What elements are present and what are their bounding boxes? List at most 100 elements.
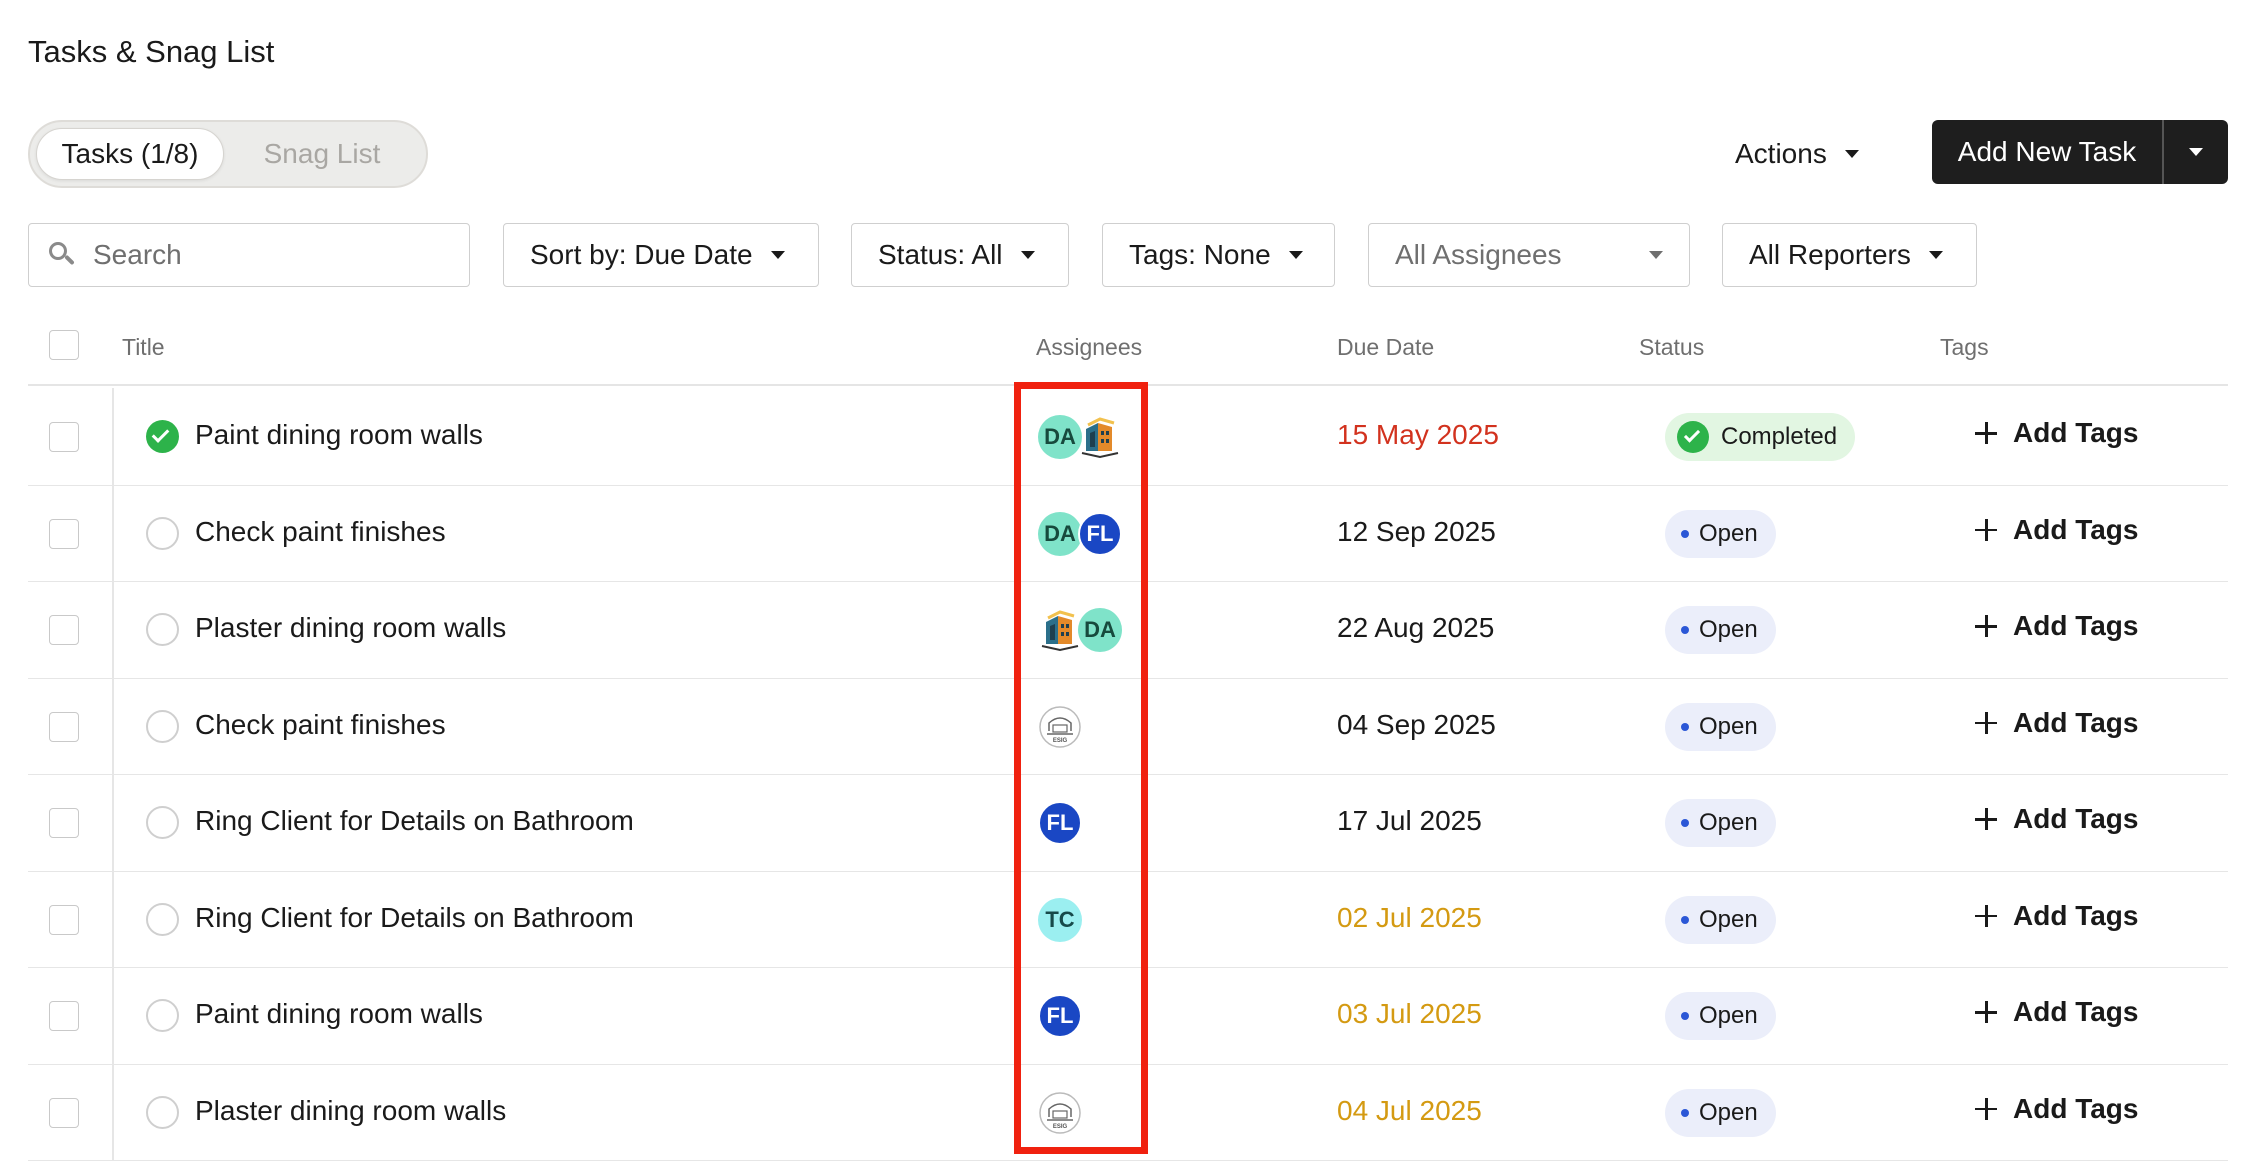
row-select-checkbox[interactable] bbox=[49, 518, 79, 549]
add-tags-button[interactable]: Add Tags bbox=[1975, 803, 2138, 835]
status-filter-label: Status: All bbox=[878, 239, 1003, 270]
building-logo-avatar bbox=[1038, 608, 1082, 652]
row-select-checkbox[interactable] bbox=[49, 615, 79, 645]
plus-icon bbox=[1975, 808, 1997, 830]
column-header-status[interactable]: Status bbox=[1639, 334, 1704, 361]
status-badge[interactable]: Open bbox=[1665, 606, 1776, 654]
complete-toggle-circle[interactable] bbox=[146, 516, 179, 550]
status-dot-icon bbox=[1681, 1012, 1689, 1020]
tab-switcher: Tasks (1/8) Snag List bbox=[28, 120, 428, 188]
add-tags-label: Add Tags bbox=[2013, 996, 2139, 1027]
status-dot-icon bbox=[1681, 529, 1689, 538]
assignee-avatars[interactable]: TC bbox=[1038, 897, 1082, 942]
status-dot-icon bbox=[1681, 1108, 1689, 1117]
select-all-checkbox[interactable] bbox=[49, 330, 79, 360]
tab-snag-list[interactable]: Snag List bbox=[224, 128, 420, 180]
sort-dropdown[interactable]: Sort by: Due Date bbox=[503, 223, 819, 287]
status-badge[interactable]: Open bbox=[1665, 799, 1776, 847]
add-tags-label: Add Tags bbox=[2013, 513, 2139, 545]
column-header-assignees[interactable]: Assignees bbox=[1036, 334, 1142, 361]
column-header-tags[interactable]: Tags bbox=[1940, 334, 1989, 361]
task-title[interactable]: Check paint finishes bbox=[195, 709, 446, 741]
add-tags-button[interactable]: Add Tags bbox=[1975, 707, 2138, 739]
table-row[interactable]: Check paint finishes ESIG 04 Sep 2025 Open A… bbox=[28, 679, 2228, 775]
plus-icon bbox=[1975, 1001, 1997, 1023]
complete-toggle-circle[interactable] bbox=[146, 613, 179, 646]
assignee-avatars[interactable]: FL bbox=[1038, 994, 1082, 1038]
table-row[interactable]: Paint dining room walls FL 03 Jul 2025 Open… bbox=[28, 968, 2228, 1065]
status-badge[interactable]: Completed bbox=[1665, 413, 1856, 461]
tags-filter-dropdown[interactable]: Tags: None bbox=[1102, 223, 1335, 287]
check-circle-icon[interactable] bbox=[146, 420, 179, 453]
complete-toggle-circle[interactable] bbox=[146, 709, 179, 743]
complete-toggle-circle[interactable] bbox=[146, 1095, 179, 1129]
add-tags-button[interactable]: Add Tags bbox=[1975, 417, 2138, 449]
assignees-filter-dropdown[interactable]: All Assignees bbox=[1368, 223, 1690, 287]
task-title[interactable]: Ring Client for Details on Bathroom bbox=[195, 805, 634, 837]
caret-down-icon bbox=[2189, 148, 2203, 156]
avatar: TC bbox=[1038, 897, 1082, 942]
task-title[interactable]: Plaster dining room walls bbox=[195, 1095, 506, 1127]
task-title[interactable]: Paint dining room walls bbox=[195, 998, 483, 1030]
status-badge[interactable]: Open bbox=[1665, 1088, 1776, 1137]
tab-tasks[interactable]: Tasks (1/8) bbox=[36, 128, 224, 180]
add-tags-button[interactable]: Add Tags bbox=[1975, 610, 2138, 642]
table-row[interactable]: Ring Client for Details on Bathroom TC 02 … bbox=[28, 872, 2228, 968]
plus-icon bbox=[1975, 904, 1997, 927]
status-dot-icon bbox=[1681, 819, 1689, 827]
search-icon bbox=[47, 240, 77, 270]
task-title[interactable]: Ring Client for Details on Bathroom bbox=[195, 902, 634, 934]
status-badge[interactable]: Open bbox=[1665, 895, 1776, 944]
add-tags-button[interactable]: Add Tags bbox=[1975, 996, 2138, 1028]
row-select-checkbox[interactable] bbox=[49, 1001, 79, 1031]
row-select-checkbox[interactable] bbox=[49, 808, 79, 838]
add-new-task-button[interactable]: Add New Task bbox=[1932, 120, 2164, 184]
reporters-filter-label: All Reporters bbox=[1749, 239, 1911, 270]
assignee-avatars[interactable]: ESIG bbox=[1038, 1090, 1082, 1135]
status-filter-dropdown[interactable]: Status: All bbox=[851, 223, 1069, 287]
avatar: DA bbox=[1078, 608, 1122, 652]
add-task-split-button: Add New Task bbox=[1932, 120, 2228, 184]
table-row[interactable]: Check paint finishes DA FL 12 Sep 2025 Open A… bbox=[28, 486, 2228, 582]
assignee-avatars[interactable]: FL bbox=[1038, 801, 1082, 845]
status-badge[interactable]: Open bbox=[1665, 992, 1776, 1040]
assignee-avatars[interactable]: DA bbox=[1038, 415, 1122, 459]
add-tags-button[interactable]: Add Tags bbox=[1975, 900, 2138, 932]
table-row[interactable]: Ring Client for Details on Bathroom FL 17 … bbox=[28, 775, 2228, 872]
plus-icon bbox=[1975, 615, 1997, 637]
status-label: Open bbox=[1699, 905, 1758, 933]
status-badge[interactable]: Open bbox=[1665, 509, 1776, 558]
caret-down-icon bbox=[1928, 251, 1943, 259]
complete-toggle-circle[interactable] bbox=[146, 806, 179, 839]
add-tags-button[interactable]: Add Tags bbox=[1975, 1093, 2138, 1125]
status-badge[interactable]: Open bbox=[1665, 702, 1776, 751]
row-select-checkbox[interactable] bbox=[49, 711, 79, 742]
add-tags-button[interactable]: Add Tags bbox=[1975, 514, 2138, 546]
actions-menu-button[interactable]: Actions bbox=[1735, 124, 1859, 184]
table-row[interactable]: Paint dining room walls DA 15 May 2025 Comp… bbox=[28, 389, 2228, 486]
add-task-dropdown-button[interactable] bbox=[2164, 120, 2228, 184]
add-tags-label: Add Tags bbox=[2013, 706, 2139, 738]
due-date: 02 Jul 2025 bbox=[1337, 901, 1482, 933]
table-row[interactable]: Plaster dining room walls ESIG 04 Jul 2025… bbox=[28, 1065, 2228, 1161]
assignee-avatars[interactable]: DA bbox=[1038, 608, 1122, 652]
row-select-checkbox[interactable] bbox=[49, 422, 79, 452]
complete-toggle-circle[interactable] bbox=[146, 999, 179, 1032]
column-header-title[interactable]: Title bbox=[122, 334, 165, 361]
table-row[interactable]: Plaster dining room walls DA 22 Aug 2025 Op… bbox=[28, 582, 2228, 679]
assignee-avatars[interactable]: ESIG bbox=[1038, 704, 1082, 749]
row-select-checkbox[interactable] bbox=[49, 904, 79, 935]
column-header-due-date[interactable]: Due Date bbox=[1337, 334, 1434, 361]
esig-logo-avatar: ESIG bbox=[1038, 704, 1082, 749]
search-input[interactable]: Search bbox=[28, 223, 470, 287]
task-title[interactable]: Check paint finishes bbox=[195, 516, 446, 548]
avatar: DA bbox=[1038, 415, 1082, 459]
complete-toggle-circle[interactable] bbox=[146, 902, 179, 936]
reporters-filter-dropdown[interactable]: All Reporters bbox=[1722, 223, 1977, 287]
task-title[interactable]: Plaster dining room walls bbox=[195, 612, 506, 644]
row-select-checkbox[interactable] bbox=[49, 1097, 79, 1128]
assignee-avatars[interactable]: DA FL bbox=[1038, 511, 1122, 556]
status-label: Completed bbox=[1721, 423, 1838, 450]
tags-filter-label: Tags: None bbox=[1129, 239, 1271, 270]
task-title[interactable]: Paint dining room walls bbox=[195, 419, 483, 451]
